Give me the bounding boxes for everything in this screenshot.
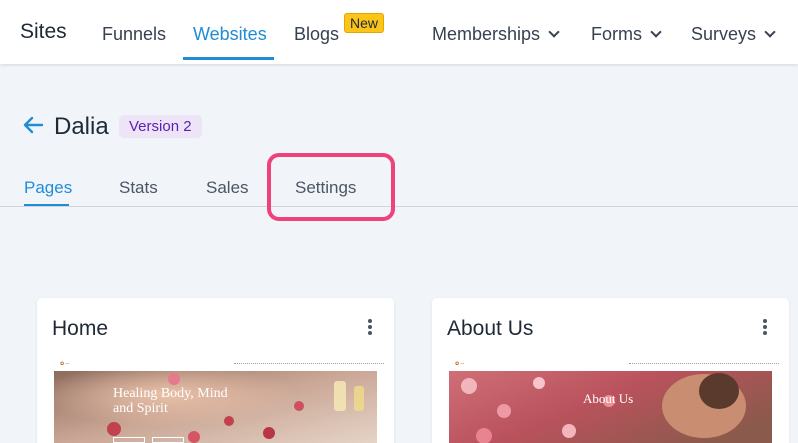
nav-item-memberships-label: Memberships [432,24,541,44]
thumbnail-header-bar: ✿ ─ [449,360,779,368]
version-badge: Version 2 [119,115,202,138]
thumbnail-cta-button [152,437,184,443]
nav-item-memberships[interactable]: Memberships [432,24,560,45]
settings-highlight-box [267,153,395,221]
chevron-down-icon [548,26,560,38]
thumbnail-logo: ✿ ─ [455,361,465,367]
thumbnail-hero-text: About Us [583,391,634,406]
site-title: Dalia [54,113,109,140]
page-card-title: About Us [447,317,534,340]
nav-item-forms-label: Forms [591,24,642,44]
thumbnail-header-bar: ✿ ─ [54,360,384,368]
thumbnail-logo: ✿ ─ [60,361,70,367]
new-badge: New [344,13,385,33]
nav-item-surveys[interactable]: Surveys [691,24,776,45]
chevron-down-icon [764,26,776,38]
nav-item-surveys-label: Surveys [691,24,757,44]
thumbnail-nav-links [234,363,384,364]
thumbnail-cta-button [113,437,145,443]
brand-title: Sites [20,20,67,43]
nav-item-websites[interactable]: Websites [193,24,267,45]
nav-active-underline [183,57,274,60]
page-thumbnail-about-us[interactable] [449,371,772,443]
kebab-menu-icon[interactable] [365,319,375,339]
kebab-menu-icon[interactable] [760,319,770,339]
thumbnail-hero-text: Healing Body, Mind and Spirit [113,386,228,416]
chevron-down-icon [650,26,662,38]
thumbnail-nav-links [629,363,779,364]
tab-pages[interactable]: Pages [24,178,72,198]
tabs-divider [0,206,798,207]
nav-item-forms[interactable]: Forms [591,24,662,45]
back-arrow-icon[interactable] [22,114,44,136]
page-card-title: Home [52,317,109,340]
nav-item-blogs[interactable]: Blogs [294,24,339,45]
nav-item-funnels[interactable]: Funnels [102,24,166,45]
top-nav: Sites Funnels Websites Blogs New Members… [0,0,798,64]
tab-sales[interactable]: Sales [206,178,249,198]
tab-stats[interactable]: Stats [119,178,158,198]
